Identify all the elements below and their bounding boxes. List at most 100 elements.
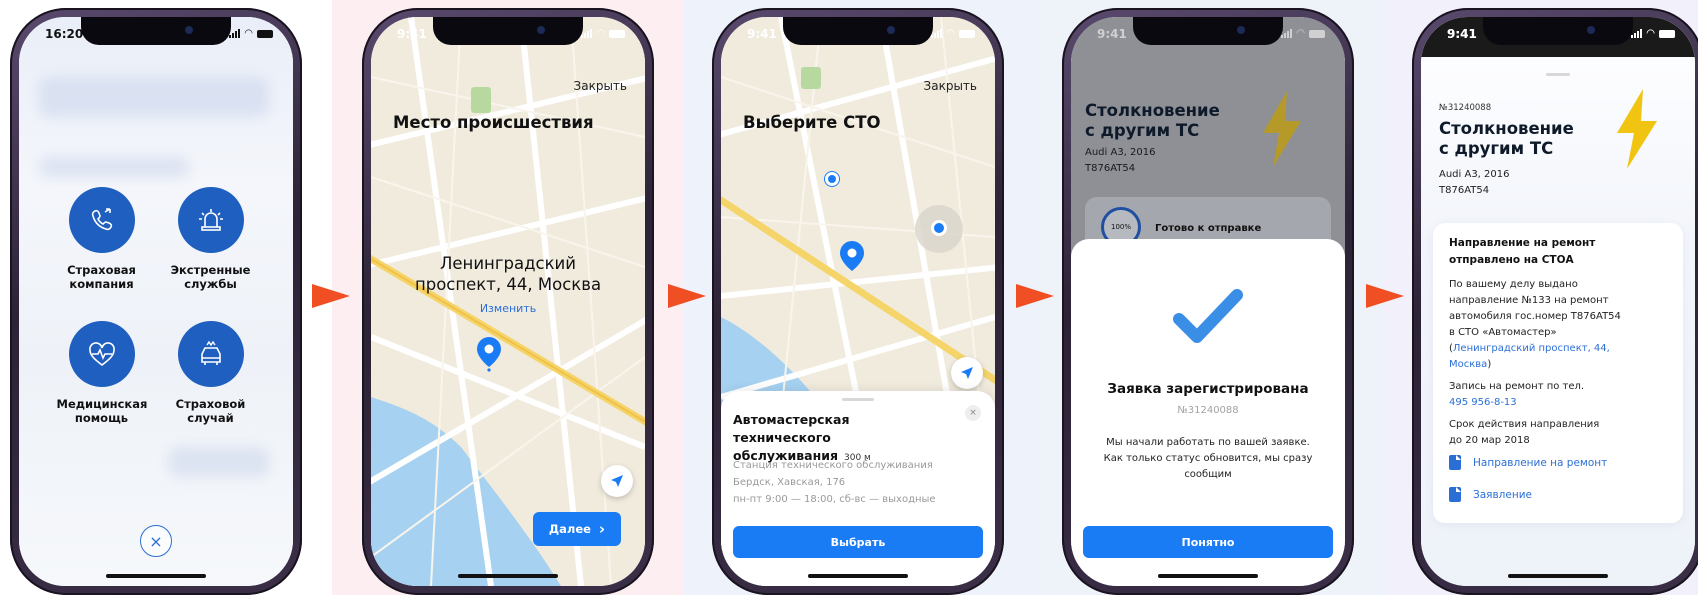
dismiss-sheet-button[interactable]: × xyxy=(965,405,981,421)
screen-request-registered: Столкновение с другим ТС Audi A3, 2016 T… xyxy=(1071,17,1345,586)
checkmark-icon xyxy=(1173,289,1243,343)
wifi-icon: ◠ xyxy=(1296,28,1305,39)
wifi-icon: ◠ xyxy=(596,28,605,39)
next-label: Далее xyxy=(548,522,591,536)
status-time: 9:41 xyxy=(397,27,427,41)
screen-emergency-menu: 16:20 ◠ Страховая компания Экстренные сл… xyxy=(19,17,293,586)
service-insurance-case[interactable]: Страховой случай xyxy=(156,321,265,425)
phone-link[interactable]: 495 956-8-13 xyxy=(1449,395,1671,411)
service-label: Медицинская помощь xyxy=(56,397,148,425)
select-button[interactable]: Выбрать xyxy=(733,526,983,558)
address-link[interactable]: Москва xyxy=(1449,359,1487,370)
claim-title-line: Столкновение xyxy=(1085,101,1220,120)
service-label: Экстренные службы xyxy=(170,263,251,291)
sheet-grip[interactable] xyxy=(1546,73,1570,76)
flow-arrow-3 xyxy=(1016,284,1054,308)
service-label: Страховой случай xyxy=(175,397,246,425)
home-indicator xyxy=(808,574,908,578)
navigate-icon[interactable] xyxy=(601,465,633,497)
paren: ) xyxy=(1487,359,1492,370)
phone-label: Запись на ремонт по тел. xyxy=(1449,381,1585,392)
station-marker-icon[interactable] xyxy=(825,172,839,186)
body-line: автомобиля гос.номер T876AT54 xyxy=(1449,311,1621,322)
home-indicator xyxy=(106,574,206,578)
notch xyxy=(783,17,933,45)
modal-message-line: Мы начали работать по вашей заявке. xyxy=(1106,437,1310,448)
screen-choose-service-station: 9:41 ◠ Закрыть Выберите СТО × Автомастер… xyxy=(721,17,995,586)
station-address: Бердск, Хавская, 176 xyxy=(733,477,846,488)
service-insurance-company[interactable]: Страховая компания xyxy=(47,187,156,291)
address-line: проспект, 44, Москва xyxy=(414,275,602,294)
heart-pulse-icon xyxy=(68,321,135,387)
phone-frame-2: 9:41 ◠ Закрыть Место происшествия Ленинг… xyxy=(362,8,654,595)
service-label: Страховая компания xyxy=(67,263,136,291)
claim-number: №31240088 xyxy=(1177,405,1239,416)
signal-icon xyxy=(229,29,241,38)
flow-arrow-1 xyxy=(312,284,350,308)
car-model: Audi A3, 2016 xyxy=(1439,169,1510,180)
navigate-icon[interactable] xyxy=(951,357,983,389)
address-line: Ленинградский xyxy=(439,254,576,273)
siren-icon xyxy=(177,187,244,253)
notch xyxy=(433,17,583,45)
status-time: 9:41 xyxy=(1447,27,1477,41)
close-link[interactable]: Закрыть xyxy=(574,79,627,93)
next-button[interactable]: Далее › xyxy=(533,512,621,546)
status-icons: ◠ xyxy=(1631,29,1675,39)
page-title: Выберите СТО xyxy=(743,113,881,132)
progress-label: 100% xyxy=(1110,223,1131,231)
status-icons: ◠ xyxy=(931,28,975,39)
body-line: направление №133 на ремонт xyxy=(1449,295,1609,306)
service-medical[interactable]: Медицинская помощь xyxy=(47,321,156,425)
signal-icon xyxy=(1631,29,1643,38)
change-address-link[interactable]: Изменить xyxy=(371,302,645,315)
progress-status: Готово к отправке xyxy=(1155,223,1262,234)
car-plate: T876AT54 xyxy=(1085,163,1136,174)
battery-icon xyxy=(1309,29,1325,38)
home-indicator xyxy=(1508,574,1608,578)
address-text: Ленинградский проспект, 44, Москва xyxy=(371,253,645,295)
sheet-grip[interactable] xyxy=(842,398,874,401)
lightning-icon xyxy=(1617,89,1657,169)
screen-incident-location: 9:41 ◠ Закрыть Место происшествия Ленинг… xyxy=(371,17,645,586)
wifi-icon: ◠ xyxy=(946,28,955,39)
close-link[interactable]: Закрыть xyxy=(924,79,977,93)
signal-icon xyxy=(931,29,943,38)
stage: 16:20 ◠ Страховая компания Экстренные сл… xyxy=(0,0,1698,595)
validity-line: Срок действия направления xyxy=(1449,419,1600,430)
doc-link-label: Заявление xyxy=(1473,488,1532,501)
service-emergency[interactable]: Экстренные службы xyxy=(156,187,265,291)
doc-link-referral[interactable]: Направление на ремонт xyxy=(1449,455,1607,470)
doc-link-application[interactable]: Заявление xyxy=(1449,487,1532,502)
status-icons: ◠ xyxy=(1281,28,1325,39)
phone-frame-3: 9:41 ◠ Закрыть Выберите СТО × Автомастер… xyxy=(712,8,1004,595)
address-link[interactable]: Ленинградский проспект, 44, xyxy=(1453,343,1610,354)
card-title-line: отправлено на СТОА xyxy=(1449,254,1574,266)
flow-arrow-2 xyxy=(668,284,706,308)
phone-frame-4: Столкновение с другим ТС Audi A3, 2016 T… xyxy=(1062,8,1354,595)
claim-title-line: Столкновение xyxy=(1439,119,1574,138)
success-modal: Заявка зарегистрирована №31240088 Мы нач… xyxy=(1071,239,1345,586)
card-title-line: Направление на ремонт xyxy=(1449,237,1596,249)
close-button[interactable]: × xyxy=(140,525,172,557)
flow-arrow-4 xyxy=(1366,284,1404,308)
battery-icon xyxy=(609,29,625,38)
claim-number: №31240088 xyxy=(1439,103,1492,113)
wifi-icon: ◠ xyxy=(244,28,253,39)
referral-card: Направление на ремонт отправлено на СТОА… xyxy=(1433,223,1683,523)
current-location-icon xyxy=(931,220,947,236)
status-icons: ◠ xyxy=(229,28,273,39)
signal-icon xyxy=(581,29,593,38)
home-indicator xyxy=(458,574,558,578)
modal-message: Мы начали работать по вашей заявке. Как … xyxy=(1089,435,1327,483)
station-name-text: Автомастерская технического обслуживания xyxy=(733,412,850,463)
location-pin-icon xyxy=(474,335,504,373)
ok-button[interactable]: Понятно xyxy=(1083,526,1333,558)
modal-title: Заявка зарегистрирована xyxy=(1107,381,1309,397)
close-icon: × xyxy=(149,531,163,551)
service-grid: Страховая компания Экстренные службы Мед… xyxy=(47,187,265,425)
phone-frame-1: 16:20 ◠ Страховая компания Экстренные сл… xyxy=(10,8,302,595)
location-pin-icon[interactable] xyxy=(837,239,867,277)
battery-icon xyxy=(257,29,273,38)
blurred-block xyxy=(169,447,269,477)
